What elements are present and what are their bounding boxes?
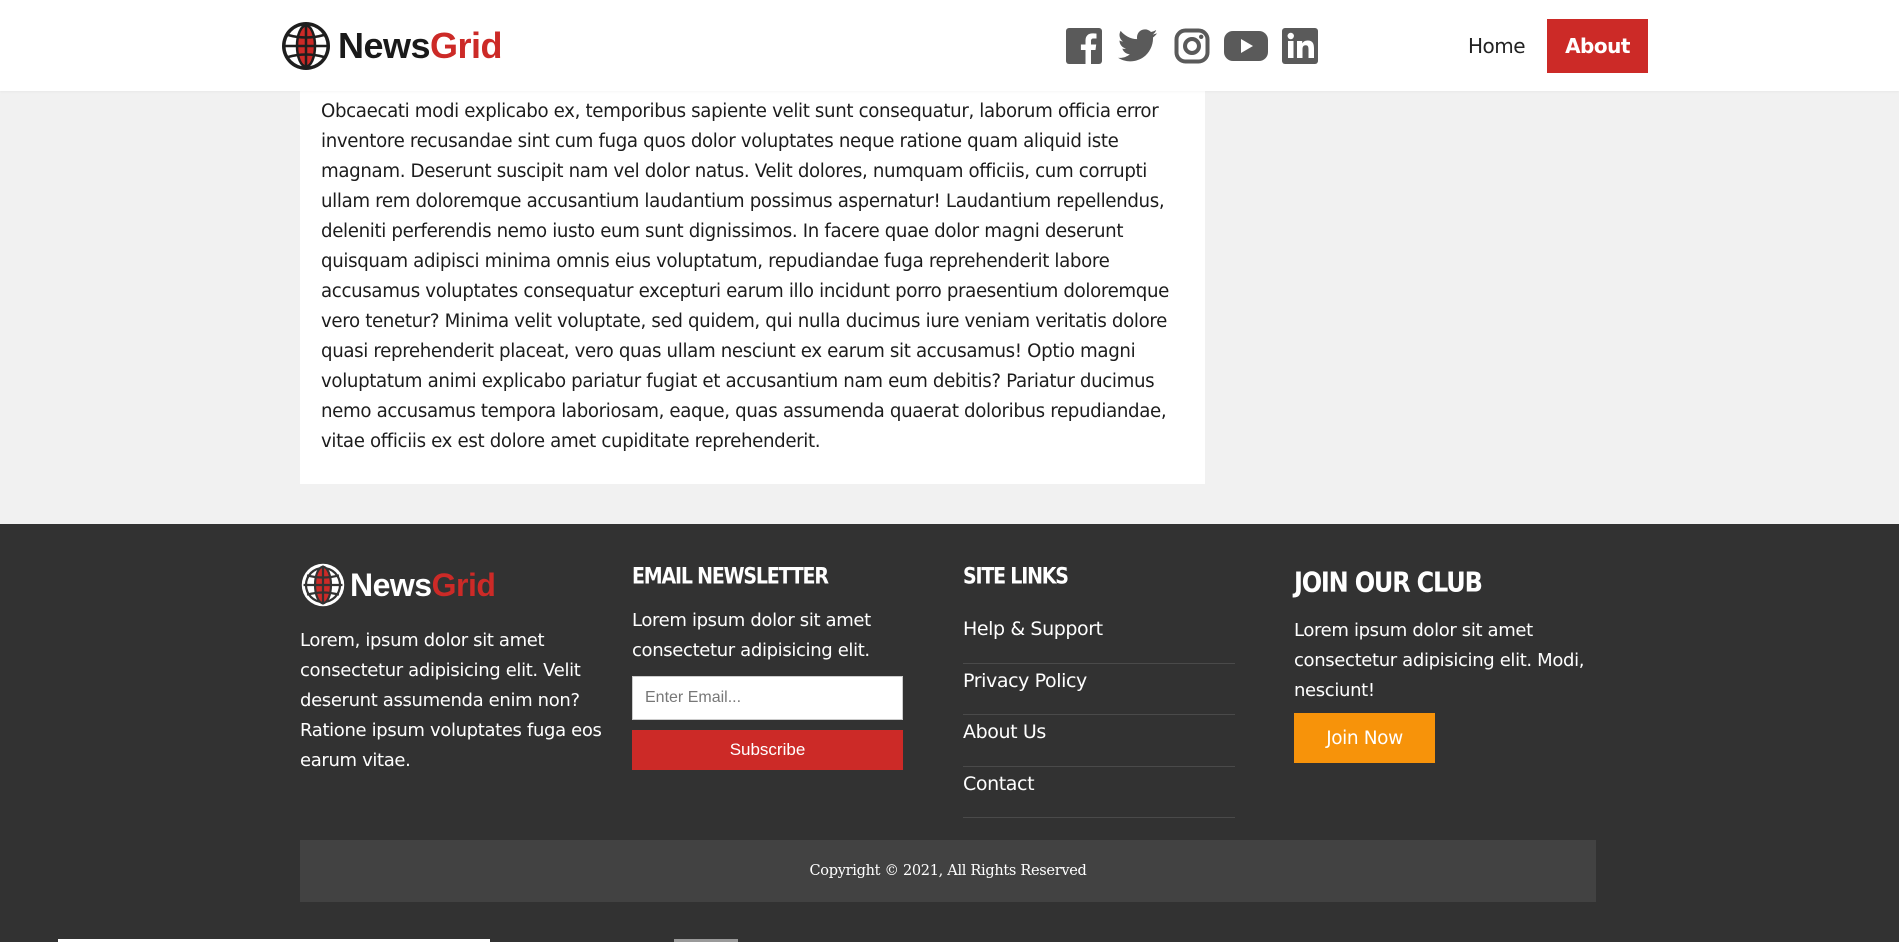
- link-privacy-policy[interactable]: Privacy Policy: [963, 670, 1087, 692]
- globe-icon: [282, 22, 330, 70]
- site-header: NewsGrid Home About: [0, 0, 1899, 91]
- site-links-list: Help & Support Privacy Policy About Us C…: [963, 612, 1235, 818]
- join-now-button[interactable]: Join Now: [1294, 713, 1435, 763]
- link-help-support[interactable]: Help & Support: [963, 618, 1103, 640]
- nav-home-link[interactable]: Home: [1450, 19, 1543, 73]
- newsletter-email-input[interactable]: [632, 676, 903, 720]
- logo-text-news: News: [338, 25, 431, 66]
- nav-about-link[interactable]: About: [1547, 19, 1648, 73]
- newsletter-text: Lorem ipsum dolor sit amet consectetur a…: [632, 610, 871, 661]
- logo-text-news: News: [350, 567, 432, 603]
- list-item: Privacy Policy: [963, 664, 1235, 715]
- newsletter-heading: Email Newsletter: [632, 564, 829, 590]
- join-club-heading: Join Our Club: [1294, 566, 1483, 599]
- copyright-bar: Copyright © 2021, All Rights Reserved: [300, 840, 1596, 902]
- main-nav: Home About: [1450, 19, 1648, 73]
- footer-about-text: Lorem, ipsum dolor sit amet consectetur …: [300, 630, 602, 771]
- join-club-text: Lorem ipsum dolor sit amet consectetur a…: [1294, 620, 1585, 701]
- facebook-icon[interactable]: [1062, 26, 1106, 66]
- instagram-icon[interactable]: [1170, 26, 1214, 66]
- link-contact[interactable]: Contact: [963, 773, 1035, 795]
- footer-logo[interactable]: NewsGrid: [300, 562, 496, 608]
- site-footer: NewsGrid Lorem, ipsum dolor sit amet con…: [0, 524, 1899, 942]
- copyright-text: Copyright © 2021, All Rights Reserved: [809, 863, 1087, 879]
- logo-wordmark: NewsGrid: [338, 25, 503, 66]
- article-content: Obcaecati modi explicabo ex, temporibus …: [300, 91, 1205, 484]
- list-item: About Us: [963, 715, 1235, 767]
- list-item: Help & Support: [963, 612, 1235, 664]
- linkedin-icon[interactable]: [1278, 26, 1322, 66]
- logo-text-grid: Grid: [431, 567, 496, 603]
- footer-logo-wordmark: NewsGrid: [350, 567, 496, 603]
- subscribe-button[interactable]: Subscribe: [632, 730, 903, 770]
- site-logo[interactable]: NewsGrid: [280, 20, 503, 72]
- article-body: Obcaecati modi explicabo ex, temporibus …: [321, 101, 1170, 452]
- twitter-icon[interactable]: [1116, 26, 1160, 66]
- globe-icon: [301, 563, 345, 607]
- link-about-us[interactable]: About Us: [963, 721, 1046, 743]
- list-item: Contact: [963, 767, 1235, 818]
- social-icons: [1062, 26, 1322, 66]
- logo-text-grid: Grid: [430, 25, 503, 66]
- youtube-icon[interactable]: [1224, 26, 1268, 66]
- site-links-heading: Site Links: [963, 564, 1069, 590]
